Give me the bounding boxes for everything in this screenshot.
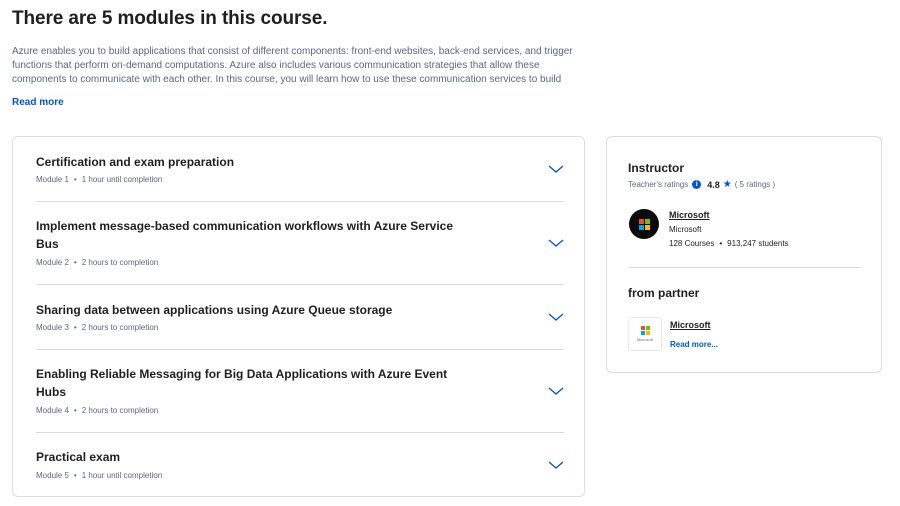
partner-name-link[interactable]: Microsoft: [670, 320, 711, 330]
modules-heading: There are 5 modules in this course.: [12, 8, 328, 29]
teacher-ratings-row: Teacher's ratings i 4.8 ★ ( 5 ratings ): [628, 179, 775, 190]
partner-section-title: from partner: [628, 286, 700, 300]
module-item[interactable]: Implement message-based communication wo…: [36, 202, 564, 285]
module-duration: 2 hours to completion: [81, 323, 159, 332]
instructor-stats: 128 Courses • 913,247 students: [669, 239, 789, 248]
separator-dot: •: [719, 239, 723, 248]
module-item[interactable]: Enabling Reliable Messaging for Big Data…: [36, 350, 564, 433]
modules-card: Certification and exam preparation Modul…: [12, 136, 585, 497]
chevron-down-icon[interactable]: [548, 386, 564, 396]
chevron-down-icon[interactable]: [548, 238, 564, 248]
module-duration: 2 hours to completion: [81, 406, 159, 415]
star-icon: ★: [722, 179, 732, 190]
partner-read-more-link[interactable]: Read more...: [670, 340, 718, 349]
module-duration: 2 hours to completion: [81, 258, 159, 267]
microsoft-logo-icon: [638, 218, 650, 230]
module-title[interactable]: Certification and exam preparation: [36, 153, 456, 171]
ratings-count: ( 5 ratings ): [734, 180, 776, 189]
module-title[interactable]: Implement message-based communication wo…: [36, 217, 456, 253]
separator-dot: •: [73, 406, 77, 415]
module-item[interactable]: Certification and exam preparation Modul…: [36, 137, 564, 202]
info-icon[interactable]: i: [692, 180, 702, 189]
avatar[interactable]: [629, 209, 659, 239]
module-title[interactable]: Sharing data between applications using …: [36, 301, 456, 319]
separator-dot: •: [73, 471, 77, 480]
chevron-down-icon[interactable]: [548, 460, 564, 470]
ratings-label: Teacher's ratings: [628, 180, 689, 189]
instructor-courses: 128 Courses: [669, 239, 715, 248]
read-more-link[interactable]: Read more: [12, 97, 64, 108]
separator-dot: •: [73, 175, 77, 184]
module-meta: Module 2 • 2 hours to completion: [36, 258, 158, 267]
module-duration: 1 hour until completion: [81, 471, 163, 480]
rating-value: 4.8: [707, 179, 720, 190]
module-title[interactable]: Practical exam: [36, 448, 456, 466]
module-number: Module 1: [36, 175, 69, 184]
module-title[interactable]: Enabling Reliable Messaging for Big Data…: [36, 365, 456, 401]
instructor-card: Instructor Teacher's ratings i 4.8 ★ ( 5…: [606, 136, 882, 373]
module-item[interactable]: Practical exam Module 5 • 1 hour until com…: [36, 433, 564, 497]
module-number: Module 4: [36, 406, 69, 415]
module-number: Module 3: [36, 323, 69, 332]
module-duration: 1 hour until completion: [81, 175, 163, 184]
module-meta: Module 5 • 1 hour until completion: [36, 471, 162, 480]
chevron-down-icon[interactable]: [548, 312, 564, 322]
separator-dot: •: [73, 258, 77, 267]
module-meta: Module 4 • 2 hours to completion: [36, 406, 158, 415]
course-description: Azure enables you to build applications …: [12, 46, 573, 85]
instructor-section-title: Instructor: [628, 161, 685, 175]
partner-logo[interactable]: Microsoft: [628, 317, 662, 351]
module-number: Module 5: [36, 471, 69, 480]
module-meta: Module 1 • 1 hour until completion: [36, 175, 162, 184]
instructor-students: 913,247 students: [727, 239, 789, 248]
partner-logo-text: Microsoft: [636, 337, 654, 342]
instructor-organization: Microsoft: [669, 225, 702, 234]
microsoft-logo-icon: [640, 326, 650, 335]
chevron-down-icon[interactable]: [548, 164, 564, 174]
divider: [628, 267, 861, 268]
module-meta: Module 3 • 2 hours to completion: [36, 323, 158, 332]
module-item[interactable]: Sharing data between applications using …: [36, 285, 564, 350]
module-number: Module 2: [36, 258, 69, 267]
instructor-name-link[interactable]: Microsoft: [669, 210, 710, 220]
separator-dot: •: [73, 323, 77, 332]
